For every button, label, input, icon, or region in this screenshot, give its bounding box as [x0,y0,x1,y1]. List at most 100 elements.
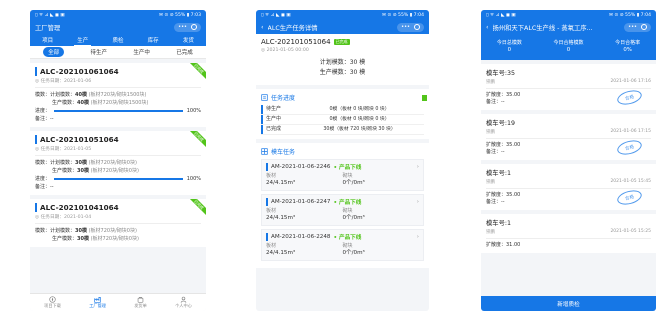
progress-row-completed: 已完成 30模（板材 720 块/砌块 30 块） [261,125,424,135]
back-chevron-icon[interactable]: ‹ [486,24,489,31]
status-badge: 已完成 [333,39,350,45]
status-icons-left: ▯ ᯤ ⊿ ◣ ◼ ▣ [486,13,516,18]
task-date: ◎ 2021-01-05 00:00 [261,48,309,53]
nav-delivery-note[interactable]: 发货单 [134,296,147,309]
factory-icon [94,297,101,303]
produced-row: 生产模数：30模 (板材720块/砌块0块) [52,236,139,242]
tab-shipping[interactable]: 发货 [180,35,197,45]
mold-task-card[interactable]: AM-2021-01-06-2248 • 产品下线 › 板材 砌块 24/4.15m³… [261,229,424,261]
nav-factory-management[interactable]: 工厂管理 [89,296,106,309]
task-card[interactable]: 已完成 ALC-202101041064 ◎ 任务日期：2021-01-04 模… [30,199,206,247]
inspector: 崇鹏 [486,230,495,235]
inspection-card[interactable]: 模车号:1 崇鹏 2021-01-05 15:25 扩散度：31.00 [481,214,656,253]
status-icons-right: ✉ ⊙ ⊘ 55% ▮ 7:04 [609,12,651,18]
inspector: 崇鹏 [486,180,495,185]
task-card[interactable]: 已完成 ALC-202101051064 ◎ 任务日期：2021-01-05 模… [30,131,206,195]
more-menu-button[interactable]: ••• [401,24,410,30]
list-icon [261,94,268,101]
nav-profile[interactable]: 个人中心 [175,296,192,309]
progress-fill [54,110,183,112]
back-chevron-icon[interactable]: ‹ [261,24,264,31]
mold-task-card[interactable]: AM-2021-01-06-2246 • 产品下线 › 板材 砌块 24/4.15m³… [261,159,424,191]
close-circle-icon[interactable] [414,24,420,30]
progress-row-in-progress: 生产中 0模（板材 0 块/砌块 0 块） [261,115,424,125]
task-code: ALC-202101061064 [35,67,201,76]
mold-task-id: AM-2021-01-06-2247 [271,199,331,205]
task-card[interactable]: 已完成 ALC-202101061064 ◎ 任务日期：2021-01-06 模… [30,63,206,127]
page-title: 工厂管理 [35,24,61,32]
task-date: ◎ 任务日期：2021-01-05 [35,147,92,152]
mold-car-tasks: 模车任务 AM-2021-01-06-2246 • 产品下线 › 板材 砌块 24/4… [256,143,429,268]
phone-factory-management: ▯ ᯤ ⊿ ◣ ◼ ▣ ✉ ⊙ ⊘ 55% ▮ 7:03 工厂管理 ••• 项目… [30,10,206,311]
chevron-right-icon: › [416,164,419,170]
tab-production[interactable]: 生产 [74,35,92,46]
tab-quality[interactable]: 质检 [109,35,126,45]
inspection-card[interactable]: 模车号:19 崇鹏 2021-01-06 17:15 扩散度：35.00 备注：-… [481,114,656,160]
filter-in-progress[interactable]: 生产中 [133,48,150,56]
task-summary: ALC-202101051064 已完成 ◎ 2021-01-05 00:00 … [256,34,429,85]
tab-project[interactable]: 项目 [39,35,56,45]
mold-task-card[interactable]: AM-2021-01-06-2247 • 产品下线 › 板材 砌块 24/4.15m³… [261,194,424,226]
mini-program-capsule[interactable]: ••• [174,22,201,32]
note: 备注：-- [35,116,54,122]
timestamp: 2021-01-05 15:45 [610,179,651,184]
progress-bar [54,110,183,112]
status-icons-left: ▯ ᯤ ⊿ ◣ ◼ ▣ [261,13,291,18]
plan-row: 模数：计划模数：30模 (板材720块/砌块0块) [35,228,137,234]
more-menu-button[interactable]: ••• [178,24,187,30]
close-circle-icon[interactable] [191,24,197,30]
inspection-card[interactable]: 模车号:1 崇鹏 2021-01-05 15:45 扩散度：35.00 备注：--… [481,164,656,210]
timestamp: 2021-01-06 17:15 [610,129,651,134]
header: 工厂管理 ••• [30,20,206,34]
timestamp: 2021-01-06 17:16 [610,79,651,84]
inspector: 崇鹏 [486,130,495,135]
progress-section: 任务进度 待生产 0模（板材 0 块/砌块 0 块） 生产中 0模（板材 0 块/砌… [256,89,429,139]
nav-project-download[interactable]: 项目下载 [44,296,61,309]
progress-row: 进度： 100% [35,176,201,182]
mold-car-number: 模车号:1 [486,220,512,227]
add-inspection-button[interactable]: 新增质检 [481,296,656,311]
bottom-nav: 项目下载 工厂管理 发货单 个人中心 [30,293,206,311]
status-icons-right: ✉ ⊙ ⊘ 55% ▮ 7:04 [382,12,424,18]
page-title: ALC生产任务详情 [267,24,318,32]
header: ‹ 扬州和天下ALC生产线 - 蒸氧工序... ••• [481,20,656,34]
chevron-right-icon: › [416,199,419,205]
stat-qualified-molds: 今日合格模数 0 [553,40,584,53]
chevron-right-icon: › [416,234,419,240]
stat-pass-rate: 今日合格率 0% [615,40,641,53]
filter-all[interactable]: 全部 [43,47,65,57]
progress-row-pending: 待生产 0模（板材 0 块/砌块 0 块） [261,105,424,115]
progress-row: 进度： 100% [35,108,201,114]
inspection-card[interactable]: 模车号:35 崇鹏 2021-01-06 17:16 扩散度：35.00 备注：-… [481,64,656,110]
tab-inventory[interactable]: 库存 [145,35,162,45]
inspector: 崇鹏 [486,80,495,85]
close-circle-icon[interactable] [641,24,647,30]
grid-icon [261,148,268,155]
produced-row: 生产模数：30模 (板材720块/砌块0块) [52,168,139,174]
status-filter-tabs: 全部 待生产 生产中 已完成 [30,46,206,59]
task-date: ◎ 任务日期：2021-01-06 [35,79,92,84]
header: ‹ ALC生产任务详情 ••• [256,20,429,34]
filter-pending[interactable]: 待生产 [91,48,108,56]
section-header: 模车任务 [261,147,424,156]
filter-completed[interactable]: 已完成 [176,48,193,56]
status-bar: ▯ ᯤ ⊿ ◣ ◼ ▣ ✉ ⊙ ⊘ 55% ▮ 7:04 [481,10,656,20]
progress-percent: 100% [186,176,201,182]
mold-task-id: AM-2021-01-06-2248 [271,234,331,240]
phone-task-detail: ▯ ᯤ ⊿ ◣ ◼ ▣ ✉ ⊙ ⊘ 55% ▮ 7:04 ‹ ALC生产任务详情… [256,10,429,311]
status-icons-left: ▯ ᯤ ⊿ ◣ ◼ ▣ [35,13,65,18]
section-header: 任务进度 [261,93,424,102]
more-menu-button[interactable]: ••• [628,24,637,30]
expansion-value: 扩散度：31.00 [486,242,521,248]
note: 备注：-- [35,184,54,190]
mold-car-number: 模车号:1 [486,170,512,177]
mold-car-number: 模车号:19 [486,120,516,127]
task-date: ◎ 任务日期：2021-01-04 [35,215,92,220]
stat-total-molds: 今日总模数 0 [496,40,522,53]
product-offline-status: • 产品下线 [333,235,362,241]
compass-icon [49,296,56,303]
timestamp: 2021-01-05 15:25 [610,229,651,234]
mini-program-capsule[interactable]: ••• [624,22,651,32]
mini-program-capsule[interactable]: ••• [397,22,424,32]
produced-row: 生产模数：40模 (板材720块/砌块1500块) [52,100,149,106]
